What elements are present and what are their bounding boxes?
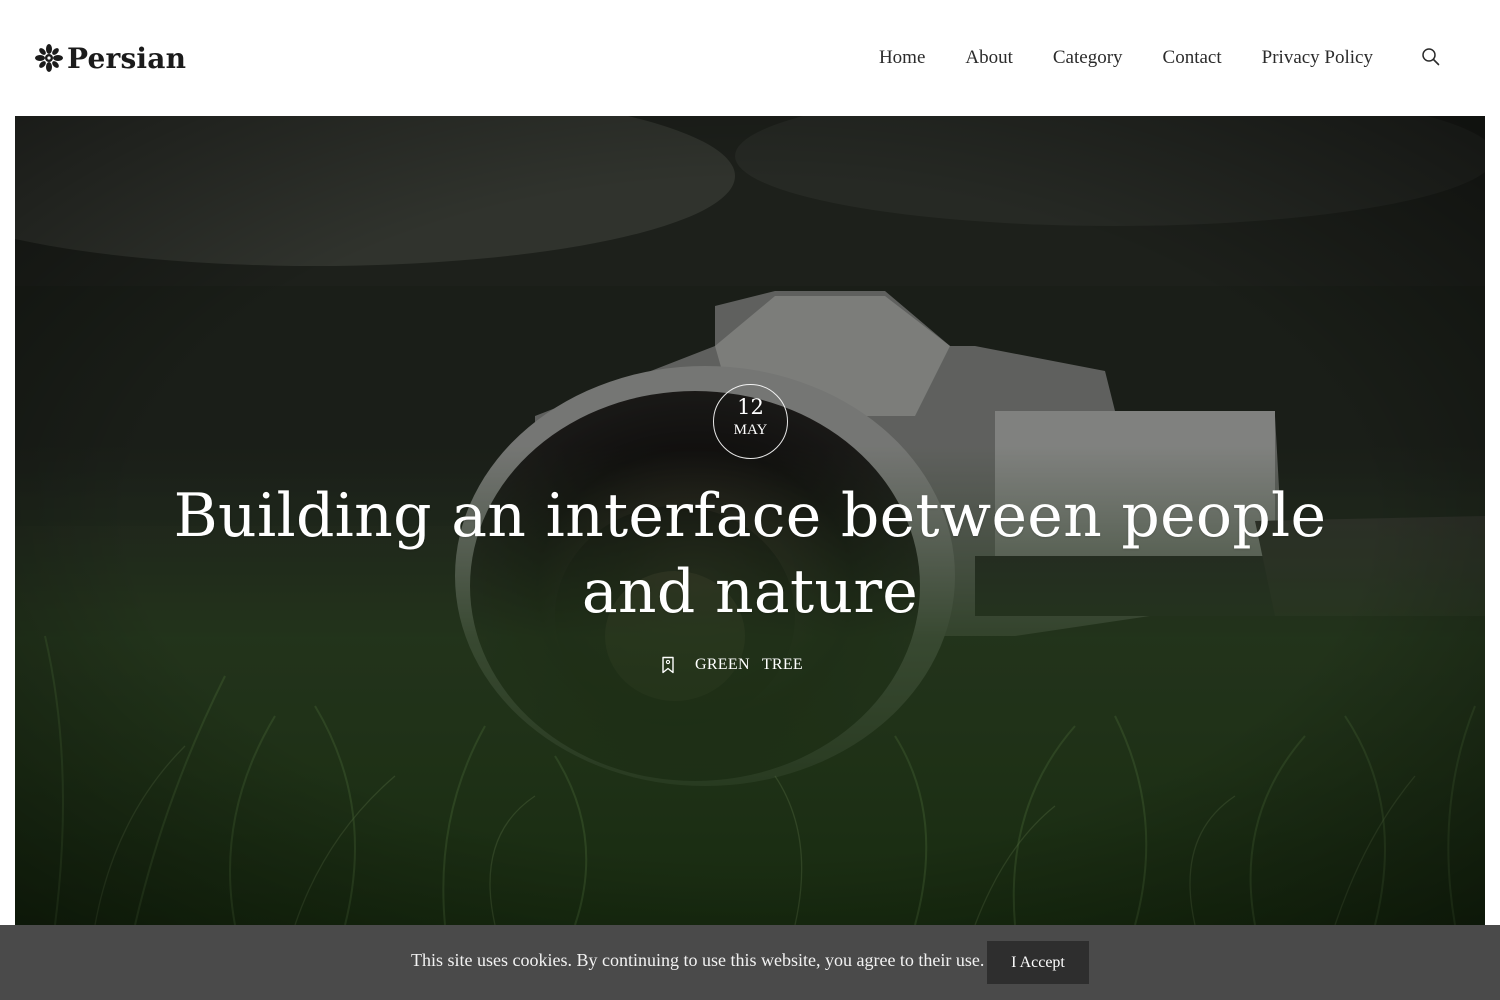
nav-item-contact[interactable]: Contact — [1163, 47, 1222, 69]
nav-item-category[interactable]: Category — [1053, 47, 1123, 69]
cookie-notice-text: This site uses cookies. By continuing to… — [411, 950, 985, 970]
nav-item-about[interactable]: About — [965, 47, 1013, 69]
site-header: Persian Home About Category Contact Priv… — [0, 0, 1500, 116]
tag-link-tree[interactable]: TREE — [762, 656, 803, 674]
cookie-consent-bar: This site uses cookies. By continuing to… — [0, 925, 1500, 1000]
accept-cookies-button[interactable]: I Accept — [987, 941, 1089, 984]
nav-item-privacy-policy[interactable]: Privacy Policy — [1262, 47, 1373, 69]
tag-link-green[interactable]: GREEN — [695, 656, 750, 674]
post-tags: GREEN TREE — [15, 652, 1485, 678]
hero-featured-post[interactable]: 12 MAY Building an interface between peo… — [15, 116, 1485, 925]
bookmark-icon — [662, 656, 674, 674]
site-logo-text: Persian — [67, 41, 187, 75]
post-date-month: MAY — [733, 422, 768, 438]
search-icon[interactable] — [1420, 46, 1442, 68]
post-date-badge: 12 MAY — [713, 384, 788, 459]
post-title[interactable]: Building an interface between people and… — [165, 478, 1335, 630]
leaf-ornament-icon — [35, 44, 63, 72]
post-date-day: 12 — [737, 395, 764, 419]
main-nav: Home About Category Contact Privacy Poli… — [839, 44, 1373, 72]
hero-content: 12 MAY Building an interface between peo… — [15, 116, 1485, 925]
nav-item-home[interactable]: Home — [879, 47, 925, 69]
site-logo[interactable]: Persian — [35, 40, 186, 76]
